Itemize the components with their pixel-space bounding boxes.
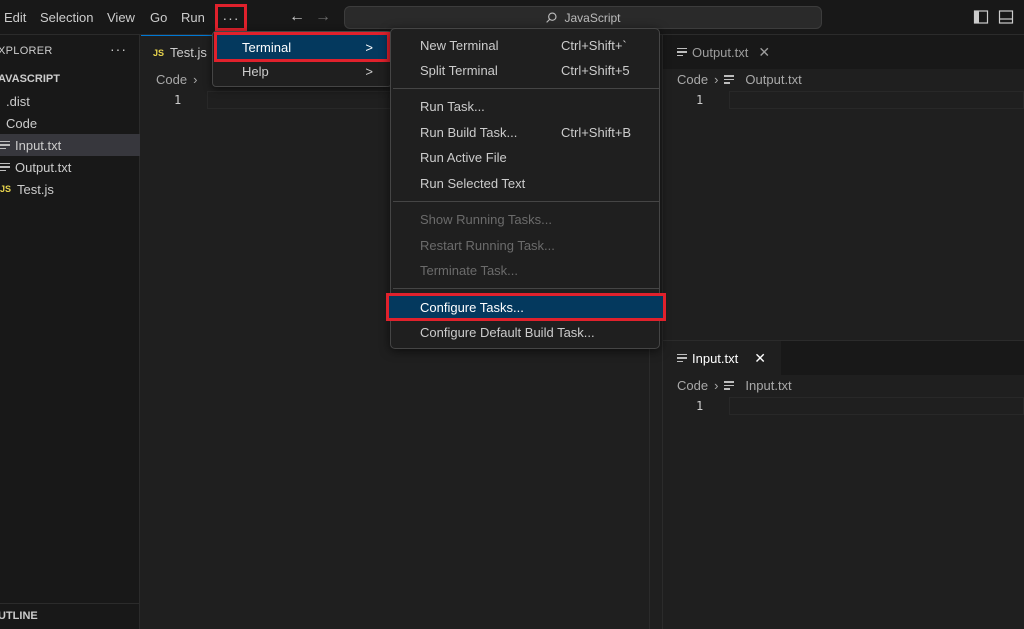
tree-item-input[interactable]: Input.txt: [0, 134, 140, 156]
chevron-right-icon: >: [365, 39, 373, 55]
menu-edit[interactable]: Edit: [4, 10, 26, 25]
breadcrumb-file[interactable]: Input.txt: [745, 378, 791, 393]
menu-item-run-build-task[interactable]: Run Build Task... Ctrl+Shift+B: [391, 120, 661, 145]
menu-item-run-active-file[interactable]: Run Active File: [391, 145, 661, 170]
explorer-more-icon[interactable]: ···: [110, 41, 127, 57]
tab-test-js[interactable]: JS Test.js: [141, 35, 221, 69]
menu-view[interactable]: View: [107, 10, 135, 25]
close-icon[interactable]: ✕: [758, 44, 770, 61]
tree-item-test-js[interactable]: JS Test.js: [0, 178, 140, 200]
menu-item-show-running-tasks: Show Running Tasks...: [420, 212, 552, 227]
more-menu-button[interactable]: ···: [215, 4, 247, 31]
breadcrumb-file[interactable]: Output.txt: [745, 72, 801, 87]
chevron-right-icon: ›: [193, 72, 198, 87]
toggle-panel-icon[interactable]: [998, 9, 1014, 25]
text-file-icon: [677, 46, 687, 59]
outline-title: UTLINE: [0, 610, 38, 622]
js-file-icon: JS: [0, 184, 12, 194]
back-arrow-icon[interactable]: ←: [289, 8, 305, 26]
text-file-icon: [724, 379, 735, 392]
tree-item-dist[interactable]: .dist: [0, 90, 140, 112]
tab-strip-bottom: Input.txt ✕: [663, 341, 1024, 375]
breadcrumb-root[interactable]: Code: [677, 72, 708, 87]
breadcrumb: Code ›: [156, 72, 197, 87]
line-number: 1: [174, 93, 182, 107]
menu-separator: [393, 201, 659, 202]
menu-item-run-task[interactable]: Run Task...: [391, 94, 661, 119]
workspace-root[interactable]: AVASCRIPT: [0, 73, 60, 85]
line-number: 1: [696, 93, 704, 107]
current-line-highlight: [729, 397, 1024, 415]
text-file-icon: [0, 139, 10, 152]
menu-go[interactable]: Go: [150, 10, 167, 25]
breadcrumb: Code › Output.txt: [677, 72, 802, 87]
search-text: JavaScript: [564, 10, 621, 25]
menu-item-restart-running-task: Restart Running Task...: [420, 238, 555, 253]
menu-item-terminal[interactable]: Terminal >: [214, 32, 390, 62]
explorer-sidebar: XPLORER ··· AVASCRIPT .dist Code Input.t…: [0, 35, 140, 629]
explorer-title: XPLORER: [0, 45, 53, 57]
breadcrumb-root[interactable]: Code: [677, 378, 708, 393]
menu-separator: [393, 288, 659, 289]
tree-item-output[interactable]: Output.txt: [0, 156, 140, 178]
toggle-sidebar-icon[interactable]: [973, 9, 989, 25]
ellipsis-icon: ···: [222, 9, 240, 26]
tab-strip-top: Output.txt ✕: [663, 35, 1024, 69]
outline-section[interactable]: UTLINE: [0, 603, 140, 629]
breadcrumb-root[interactable]: Code: [156, 72, 187, 87]
text-file-icon: [0, 161, 10, 174]
tab-label: Input.txt: [692, 350, 739, 366]
menu-item-terminate-task: Terminate Task...: [420, 263, 519, 278]
menu-item-configure-default-build-task[interactable]: Configure Default Build Task...: [391, 320, 661, 345]
current-line-highlight: [729, 91, 1024, 109]
menu-item-new-terminal[interactable]: New Terminal Ctrl+Shift+`: [391, 33, 661, 58]
line-number: 1: [696, 399, 704, 413]
menu-item-run-selected-text[interactable]: Run Selected Text: [391, 171, 661, 196]
forward-arrow-icon[interactable]: →: [315, 8, 331, 26]
tab-output-txt[interactable]: Output.txt ✕: [663, 35, 781, 69]
menu-item-split-terminal[interactable]: Split Terminal Ctrl+Shift+5: [391, 58, 661, 83]
text-file-icon: [677, 352, 687, 365]
terminal-submenu: New Terminal Ctrl+Shift+` Split Terminal…: [386, 28, 666, 349]
js-file-icon: JS: [153, 47, 165, 58]
text-file-icon: [724, 73, 735, 86]
menu-item-configure-tasks[interactable]: Configure Tasks...: [386, 293, 666, 321]
tab-input-txt[interactable]: Input.txt ✕: [663, 341, 781, 375]
menu-item-help[interactable]: Help >: [217, 59, 387, 83]
tab-label: Output.txt: [692, 44, 749, 60]
command-center-search[interactable]: JavaScript: [344, 6, 822, 29]
menu-separator: [393, 88, 659, 89]
chevron-right-icon: ›: [714, 378, 719, 393]
tab-label: Test.js: [170, 45, 207, 60]
search-icon: [546, 12, 558, 23]
chevron-right-icon: ›: [714, 72, 719, 87]
editor-group-right: Output.txt ✕ Code › Output.txt 1 Input.t…: [663, 35, 1024, 629]
chevron-right-icon: >: [365, 63, 373, 79]
more-menu-dropdown: Terminal > Help >: [212, 31, 392, 87]
menu-run[interactable]: Run: [181, 10, 205, 25]
menu-selection[interactable]: Selection: [40, 10, 93, 25]
close-icon[interactable]: ✕: [754, 350, 766, 367]
pane-divider[interactable]: [663, 340, 1024, 341]
breadcrumb: Code › Input.txt: [677, 378, 792, 393]
tree-item-code[interactable]: Code: [0, 112, 140, 134]
